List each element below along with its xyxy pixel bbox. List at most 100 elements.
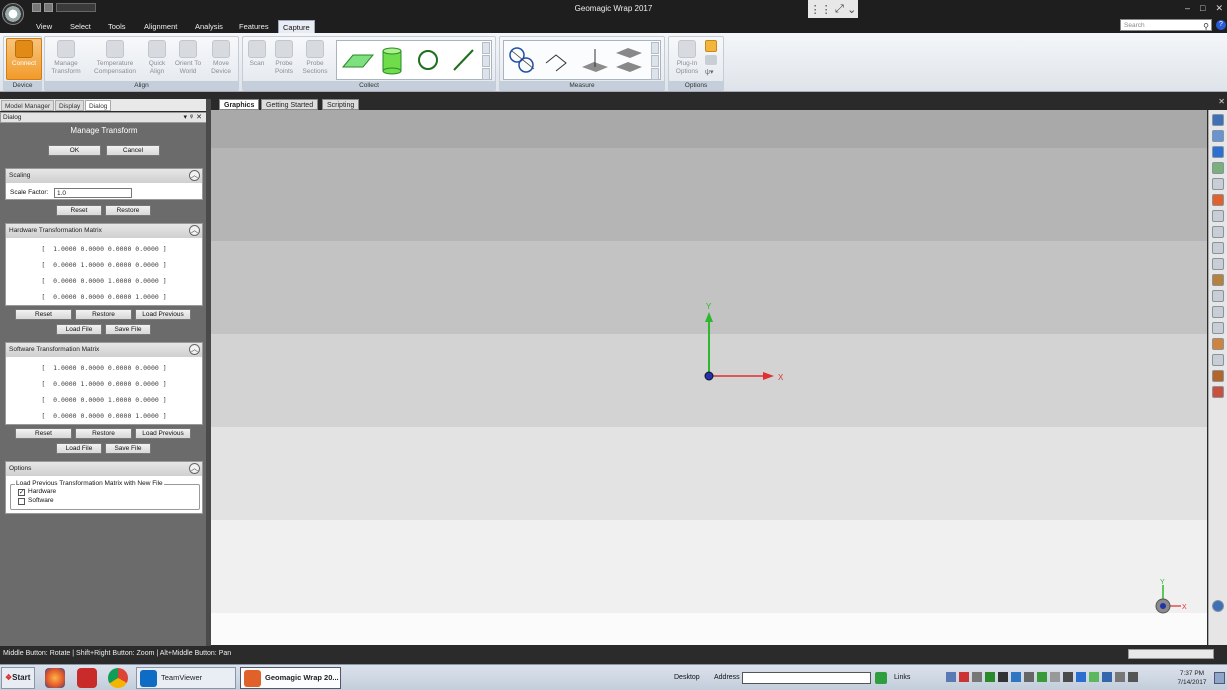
close-document-icon[interactable]: ✕ (1218, 97, 1225, 106)
tab-graphics[interactable]: Graphics (219, 99, 260, 110)
task-geomagic-wrap[interactable]: Geomagic Wrap 20... (240, 667, 341, 689)
zoom-icon[interactable] (1212, 178, 1224, 190)
network-icon[interactable] (1128, 672, 1138, 682)
hardware-load-previous-button[interactable]: Load Previous (135, 309, 191, 320)
grid-view-icon[interactable] (1212, 322, 1224, 334)
tray-icon[interactable] (1024, 672, 1034, 682)
scaling-reset-button[interactable]: Reset (56, 205, 102, 216)
tab-view[interactable]: View (32, 20, 56, 33)
tab-model-manager[interactable]: Model Manager (1, 100, 55, 111)
search-input[interactable]: Search ⚲ (1120, 19, 1212, 31)
software-save-file-button[interactable]: Save File (105, 443, 151, 454)
probe-sections-button[interactable]: Probe Sections (299, 39, 331, 75)
tray-icon[interactable] (1076, 672, 1086, 682)
software-section-header[interactable]: Software Transformation Matrix ︿ (6, 343, 202, 357)
cylinder-icon[interactable] (382, 47, 402, 75)
temperature-compensation-button[interactable]: Temperature Compensation (89, 39, 141, 75)
filezilla-icon[interactable] (77, 668, 97, 688)
tab-dialog[interactable]: Dialog (85, 100, 112, 111)
software-load-file-button[interactable]: Load File (56, 443, 102, 454)
tray-icon[interactable] (1037, 672, 1047, 682)
task-teamviewer[interactable]: TeamViewer (136, 667, 236, 689)
shading-icon[interactable] (1212, 354, 1224, 366)
plane-distance-icon[interactable] (616, 48, 642, 72)
show-desktop-button[interactable] (1214, 672, 1225, 684)
scaling-section-header[interactable]: Scaling ︿ (6, 169, 202, 183)
cancel-button[interactable]: Cancel (106, 145, 160, 156)
collapse-icon[interactable]: ︿ (189, 225, 200, 236)
line-icon[interactable] (453, 49, 474, 71)
measure-icon[interactable] (1212, 242, 1224, 254)
chrome-icon[interactable] (108, 668, 128, 688)
hardware-save-file-button[interactable]: Save File (105, 324, 151, 335)
hardware-section-header[interactable]: Hardware Transformation Matrix ︿ (6, 224, 202, 238)
view-orientation-triad[interactable]: Y X (1155, 579, 1187, 614)
maximize-icon[interactable]: □ (1200, 3, 1205, 14)
plug-in-options-button[interactable]: Plug-In Options (671, 39, 703, 75)
quick-align-button[interactable]: Quick Align (143, 39, 171, 75)
firefox-icon[interactable] (45, 668, 65, 688)
tray-icon[interactable] (946, 672, 956, 682)
collect-gallery-scroll[interactable] (482, 42, 490, 80)
material-icon[interactable] (1212, 370, 1224, 382)
clip-icon[interactable] (1212, 226, 1224, 238)
software-load-previous-button[interactable]: Load Previous (135, 428, 191, 439)
measure-gallery-scroll[interactable] (651, 42, 659, 80)
software-checkbox[interactable] (18, 498, 25, 505)
settings-icon[interactable] (705, 40, 717, 52)
view-fit-icon[interactable] (1212, 114, 1224, 126)
probe-points-button[interactable]: Probe Points (270, 39, 298, 75)
tray-icon[interactable] (985, 672, 995, 682)
tab-tools[interactable]: Tools (104, 20, 130, 33)
tab-select[interactable]: Select (66, 20, 95, 33)
volume-icon[interactable] (1115, 672, 1125, 682)
distance-measure-icon[interactable] (545, 54, 567, 72)
tray-icon[interactable] (998, 672, 1008, 682)
start-button[interactable]: ❖Start (1, 667, 35, 689)
height-measure-icon[interactable] (582, 49, 608, 72)
snapshot-icon[interactable] (1212, 386, 1224, 398)
view-back-icon[interactable] (1212, 162, 1224, 174)
search-icon[interactable]: ⚲ (1203, 21, 1209, 32)
color-map-icon[interactable] (1212, 274, 1224, 286)
minimize-icon[interactable]: – (1185, 3, 1190, 14)
tray-icon[interactable] (1011, 672, 1021, 682)
tab-getting-started[interactable]: Getting Started (261, 99, 319, 110)
graphics-viewport[interactable]: Y X Y X (211, 110, 1207, 645)
collapse-icon[interactable]: ︿ (189, 463, 200, 474)
tab-alignment[interactable]: Alignment (140, 20, 181, 33)
scan-button[interactable]: Scan (245, 39, 269, 68)
move-device-button[interactable]: Move Device (206, 39, 236, 75)
hardware-restore-button[interactable]: Restore (75, 309, 132, 320)
tray-icon[interactable] (972, 672, 982, 682)
plane-icon[interactable] (341, 54, 375, 68)
help-icon[interactable]: ? (1216, 20, 1226, 30)
render-icon[interactable] (1212, 194, 1224, 206)
collapse-icon[interactable]: ︿ (189, 170, 200, 181)
light-icon[interactable] (1212, 338, 1224, 350)
manage-transform-button[interactable]: Manage Transform (47, 39, 85, 75)
grid-icon[interactable]: ⋮⋮ (810, 3, 832, 16)
view-iso-icon[interactable] (1212, 130, 1224, 142)
hardware-checkbox[interactable]: ✓ (18, 489, 25, 496)
links-toolbar-label[interactable]: Links (894, 674, 910, 681)
software-restore-button[interactable]: Restore (75, 428, 132, 439)
connect-button[interactable]: Connect (6, 38, 42, 80)
desktop-toolbar-label[interactable]: Desktop (674, 674, 700, 681)
tab-analysis[interactable]: Analysis (191, 20, 227, 33)
expand-icon[interactable]: ⤢ (835, 3, 844, 16)
tray-icon[interactable] (1063, 672, 1073, 682)
collapse-icon[interactable]: ︿ (189, 344, 200, 355)
device-options-icon[interactable] (705, 55, 717, 65)
scaling-restore-button[interactable]: Restore (105, 205, 151, 216)
address-field[interactable] (742, 672, 871, 684)
angle-icon[interactable] (1212, 258, 1224, 270)
orient-to-world-button[interactable]: Orient To World (172, 39, 204, 75)
options-section-header[interactable]: Options ︿ (6, 462, 202, 476)
tray-clock[interactable]: 7:37 PM 7/14/2017 (1174, 669, 1210, 687)
ok-button[interactable]: OK (48, 145, 101, 156)
close-icon[interactable]: ✕ (1215, 3, 1223, 14)
layers-icon[interactable] (1212, 306, 1224, 318)
app-menu-logo-icon[interactable] (2, 3, 24, 25)
tab-capture[interactable]: Capture (278, 20, 315, 33)
